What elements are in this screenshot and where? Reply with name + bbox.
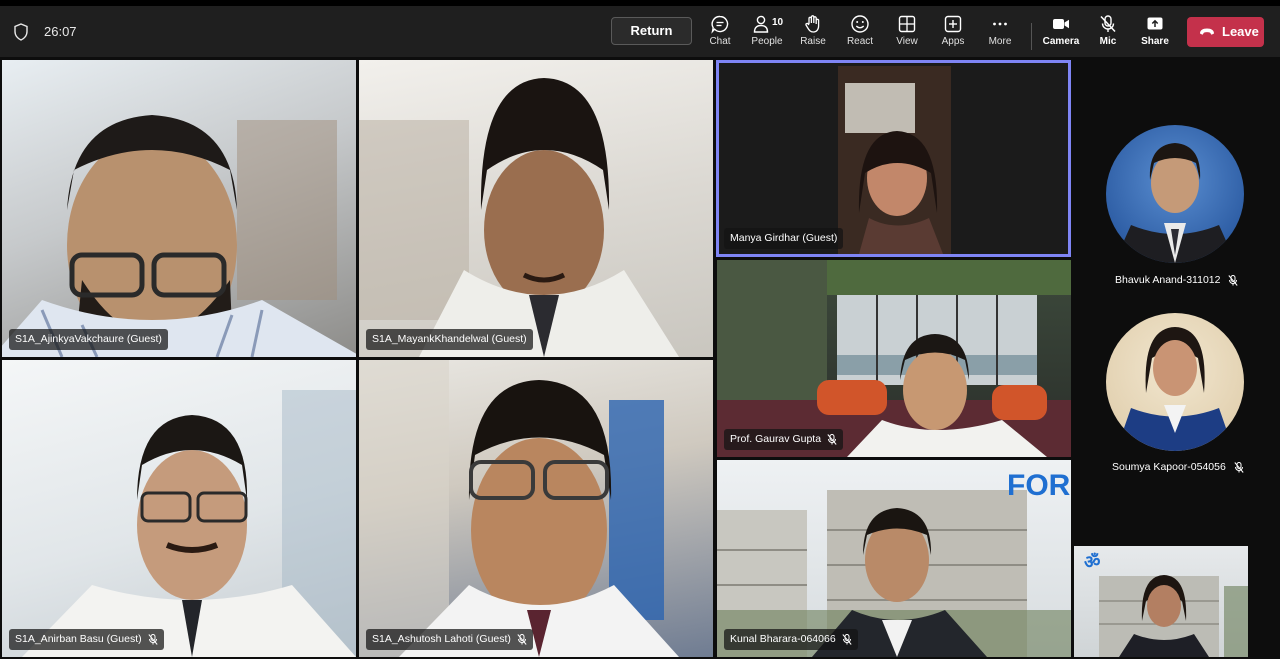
- video-tile[interactable]: S1A_Anirban Basu (Guest): [2, 360, 356, 657]
- video-tile[interactable]: S1A_Ashutosh Lahoti (Guest): [359, 360, 713, 657]
- mic-off-icon: [827, 434, 837, 445]
- participant-video: [2, 115, 356, 357]
- participant-video: [838, 66, 951, 254]
- mic-off-icon: [1234, 461, 1244, 473]
- chat-label: Chat: [709, 36, 731, 47]
- toolbar-divider: [1031, 23, 1032, 50]
- people-icon: [753, 15, 769, 33]
- mic-off-icon: [148, 634, 158, 645]
- self-view-video: ॐ: [1084, 552, 1248, 657]
- self-view-tile[interactable]: ॐ: [1074, 546, 1248, 657]
- participant-photo: [1114, 143, 1236, 263]
- smiley-icon: [851, 15, 869, 33]
- participant-video: [717, 260, 1071, 457]
- hang-up-phone-icon: [1200, 28, 1214, 35]
- video-tile[interactable]: S1A_MayankKhandelwal (Guest): [359, 60, 713, 357]
- participant-name-tag: S1A_Ashutosh Lahoti (Guest): [366, 629, 533, 650]
- apps-button[interactable]: Apps: [931, 14, 975, 54]
- video-camera-icon: [1053, 19, 1069, 29]
- mic-button[interactable]: Mic: [1086, 14, 1130, 54]
- raise-hand-button[interactable]: Raise: [791, 14, 835, 54]
- grid-view-icon: [898, 15, 916, 33]
- participant-name-tag: S1A_Anirban Basu (Guest): [9, 629, 164, 650]
- chat-icon: [711, 15, 729, 34]
- mic-off-icon: [842, 634, 852, 645]
- mic-off-icon: [1100, 15, 1116, 33]
- return-button[interactable]: Return: [611, 17, 692, 45]
- video-tile[interactable]: S1A_AjinkyaVakchaure (Guest): [2, 60, 356, 357]
- share-screen-icon: [1147, 17, 1163, 30]
- meeting-timer: 26:07: [44, 24, 77, 39]
- view-label: View: [896, 36, 918, 47]
- participant-video: [359, 360, 679, 657]
- apps-label: Apps: [941, 36, 965, 47]
- react-label: React: [846, 36, 874, 47]
- react-button[interactable]: React: [838, 14, 882, 54]
- hand-icon: [805, 15, 820, 33]
- video-tile[interactable]: Prof. Gaurav Gupta: [717, 260, 1071, 457]
- logo-text: ॐ: [1084, 552, 1100, 572]
- avatar-name-tag: Soumya Kapoor-054056: [1112, 461, 1244, 473]
- leave-label: Leave: [1222, 24, 1259, 39]
- participant-avatar[interactable]: [1106, 125, 1244, 263]
- leave-button[interactable]: Leave: [1187, 17, 1264, 47]
- add-apps-icon: [944, 15, 962, 33]
- more-button[interactable]: More: [978, 14, 1022, 54]
- participant-video: [22, 390, 356, 657]
- more-dots-icon: [993, 22, 1007, 26]
- meeting-toolbar: 26:07 Return Chat 10 People Raise React …: [0, 6, 1280, 57]
- share-button[interactable]: Share: [1133, 14, 1177, 54]
- camera-label: Camera: [1042, 36, 1080, 47]
- camera-button[interactable]: Camera: [1039, 14, 1083, 54]
- raise-label: Raise: [800, 36, 826, 47]
- view-button[interactable]: View: [885, 14, 929, 54]
- participant-name-tag: Manya Girdhar (Guest): [724, 228, 844, 249]
- participant-name-tag: S1A_AjinkyaVakchaure (Guest): [9, 329, 168, 350]
- participant-video: [359, 78, 679, 357]
- mic-off-icon: [1228, 274, 1239, 286]
- avatar-name-tag: Bhavuk Anand-311012: [1115, 274, 1239, 286]
- people-count: 10: [772, 17, 784, 28]
- shield-icon: [14, 23, 28, 41]
- participant-name-tag: S1A_MayankKhandelwal (Guest): [366, 329, 533, 350]
- mic-off-icon: [517, 634, 527, 645]
- share-label: Share: [1141, 36, 1169, 47]
- mic-label: Mic: [1099, 36, 1117, 47]
- logo-text: FORE: [1007, 469, 1071, 502]
- participant-name-tag: Prof. Gaurav Gupta: [724, 429, 844, 450]
- video-tile-active-speaker[interactable]: Manya Girdhar (Guest): [716, 60, 1071, 257]
- people-button[interactable]: 10 People: [745, 14, 789, 54]
- participant-name-tag: Kunal Bharara-064066: [724, 629, 858, 650]
- participant-video: FORE: [717, 469, 1071, 657]
- video-tile[interactable]: FORE Kunal Bharara-064066: [717, 460, 1071, 657]
- chat-button[interactable]: Chat: [698, 14, 742, 54]
- participant-photo: [1116, 327, 1234, 451]
- participant-avatar[interactable]: [1106, 313, 1244, 451]
- more-label: More: [988, 36, 1012, 47]
- people-label: People: [751, 36, 783, 47]
